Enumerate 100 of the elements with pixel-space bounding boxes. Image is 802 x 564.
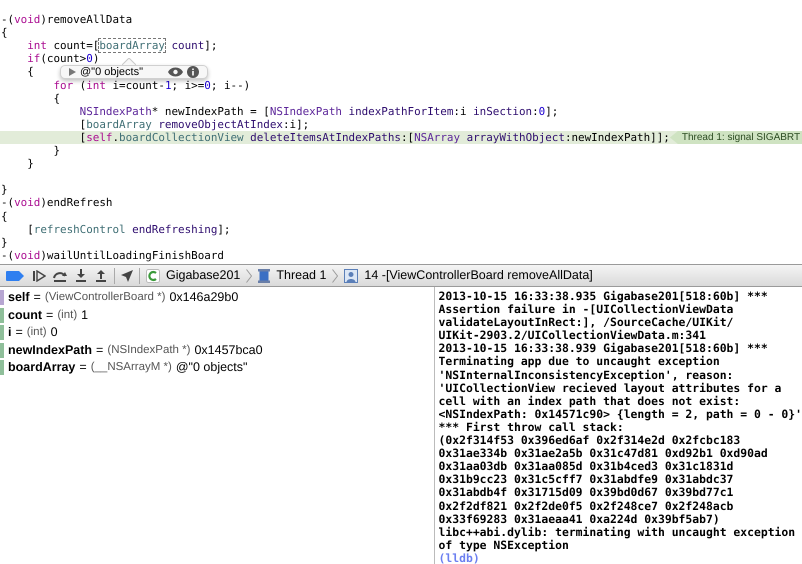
console-line: 0x31abdb4f 0x31715d09 0x39bd0d67 0x39bd77c1 (438, 486, 734, 500)
info-icon[interactable] (187, 66, 199, 78)
console-line: Assertion failure in -[UICollectionViewData (438, 303, 734, 316)
hovered-code-token: boardArray (99, 39, 165, 52)
variable-type: (int) (57, 308, 78, 323)
code-token: refreshControl (34, 222, 126, 236)
disclosure-triangle-icon[interactable] (69, 68, 76, 76)
code-token: removeObjectAtIndex (157, 118, 283, 131)
code-token: (count> (40, 52, 86, 66)
code-token: { (1, 26, 8, 40)
console-line: 'NSInternalInconsistencyException', reason: (438, 368, 734, 382)
variable-type: (__NSArrayM *) (90, 360, 172, 376)
code-token: :[ (400, 130, 414, 144)
code-token: } (27, 157, 34, 170)
code-token: void (14, 196, 40, 210)
argument-marker (0, 290, 4, 306)
code-token: [ (80, 118, 86, 131)
console-line: UIKit-2903.2/UICollectionViewData.m:341 (438, 329, 706, 342)
code-token: { (27, 65, 34, 79)
step-out-icon[interactable] (94, 269, 108, 282)
code-token: ]; (204, 39, 218, 52)
code-token: if (27, 52, 40, 66)
code-token: NSIndexPath (80, 104, 152, 118)
user-frame-icon (344, 268, 358, 282)
code-token: * newIndexPath = [ (152, 104, 270, 118)
console-line: 'UICollectionView recieved layout attributes for a (438, 382, 782, 395)
code-token: 0 (86, 52, 93, 66)
local-marker (0, 325, 4, 340)
jump-bar-item[interactable]: Gigabase201 (166, 266, 240, 285)
code-token: boardCollectionView (119, 130, 244, 144)
console-line: libc++abi.dylib: terminating with uncaught exception (438, 526, 796, 539)
console-line: 2013-10-15 16:33:38.939 Gigabase201[518:60b] *** (438, 342, 768, 356)
code-token: :i (453, 104, 468, 118)
console-line: of type NSException (438, 538, 569, 552)
code-token: ; i--) (210, 78, 250, 92)
code-token: :newIndexPath]]; (564, 130, 670, 144)
equals-sign: = (79, 359, 87, 376)
code-token: ) (92, 52, 100, 66)
step-over-icon[interactable] (52, 270, 68, 282)
code-token: )wailUntilLoadingFinishBoard (40, 248, 224, 262)
spool-icon (258, 268, 270, 282)
code-token: void (14, 248, 40, 262)
code-token: 1 (164, 78, 172, 92)
code-token: -( (1, 248, 14, 262)
code-token: } (53, 144, 60, 158)
variable-type: (NSIndexPath *) (107, 342, 190, 358)
variable-name[interactable]: i (8, 323, 12, 342)
eye-icon[interactable] (168, 67, 183, 77)
code-token: { (53, 92, 60, 105)
code-token: ; i>= (172, 78, 204, 92)
console-line: 0x31ae334b 0x31ae2a5b 0x31c47d81 0xd92b1 0xd90ad (438, 447, 768, 460)
jump-bar-item[interactable]: 14 -[ViewControllerBoard removeAllData] (364, 266, 593, 285)
code-token: for (53, 78, 74, 92)
variable-name[interactable]: self (8, 288, 30, 308)
console-line: Terminating app due to uncaught exception (438, 355, 720, 369)
code-token: inSection (473, 104, 532, 118)
code-token: [ (80, 130, 86, 144)
error-annotation: Thread 1: signal SIGABRT (670, 130, 802, 144)
code-token: count=[ (52, 39, 100, 52)
code-token: deleteItemsAtIndexPaths (249, 130, 401, 144)
variable-type: (ViewControllerBoard *) (44, 290, 166, 306)
equals-sign: = (34, 289, 41, 306)
location-arrow-icon[interactable] (121, 270, 133, 282)
code-token: NSIndexPath (270, 104, 342, 118)
local-marker (0, 308, 4, 323)
code-token: int (86, 78, 106, 92)
variable-name[interactable]: newIndexPath (8, 340, 92, 360)
code-token: )endRefresh (40, 196, 112, 210)
variable-value: 0x1457bca0 (194, 342, 263, 359)
code-token: i=count- (111, 78, 165, 92)
code-token: indexPathForItem (348, 104, 454, 118)
code-token: -( (1, 13, 14, 26)
console-line: validateLayoutInRect:], /SourceCache/UIKit/ (438, 316, 734, 330)
code-token: :i]; (282, 118, 310, 131)
code-token: 0 (204, 78, 211, 92)
local-marker (0, 360, 4, 376)
variable-name[interactable]: count (8, 306, 42, 325)
equals-sign: = (96, 342, 104, 359)
console-prompt: (lldb) (438, 552, 480, 564)
variable-name[interactable]: boardArray (8, 358, 76, 378)
variable-value: @"0 objects" (176, 359, 248, 376)
code-token: ]; (217, 222, 230, 236)
code-token: } (1, 183, 8, 196)
step-into-icon[interactable] (74, 269, 88, 282)
code-token: : (532, 104, 539, 118)
continue-icon[interactable] (32, 270, 46, 282)
jump-bar-item[interactable]: Thread 1 (276, 266, 326, 285)
console-line: 0x33f69283 0x31aeaa41 0xa224d 0x39bf5ab7) (438, 512, 720, 526)
console-line: 0x2f2df821 0x2f2de0f5 0x2f248ce7 0x2f248acb (438, 500, 734, 513)
chevron-icon (332, 268, 338, 282)
code-token: )removeAllData (40, 13, 132, 26)
code-token: . (112, 130, 120, 144)
console-line: 0x31aa03db 0x31aa085d 0x31b4ced3 0x31c1831d (438, 460, 734, 474)
app-icon (146, 268, 160, 282)
variable-value: 0 (50, 324, 58, 342)
variable-value: 1 (81, 306, 88, 324)
variable-type: (int) (26, 325, 47, 340)
popover-value: @"0 objects" (80, 66, 144, 78)
variable-value: 0x146a29b0 (169, 289, 238, 306)
code-token: self (86, 130, 112, 144)
